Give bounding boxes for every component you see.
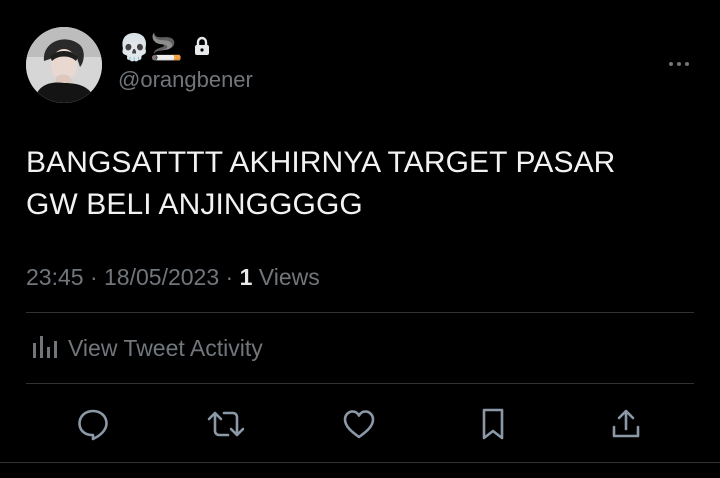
lock-icon bbox=[193, 36, 211, 61]
reply-button[interactable] bbox=[71, 402, 115, 446]
more-dot-icon bbox=[677, 62, 681, 66]
user-handle[interactable]: @orangbener bbox=[118, 67, 253, 93]
more-dot-icon bbox=[669, 62, 673, 66]
retweet-button[interactable] bbox=[204, 402, 248, 446]
avatar-photo bbox=[26, 27, 102, 103]
views-count[interactable]: 1 bbox=[240, 264, 253, 290]
divider bbox=[0, 462, 720, 463]
tweet-time[interactable]: 23:45 bbox=[26, 264, 84, 290]
tweet-action-bar bbox=[26, 402, 694, 446]
bookmark-icon bbox=[482, 408, 504, 440]
avatar[interactable] bbox=[26, 27, 102, 103]
share-upload-icon bbox=[612, 409, 640, 438]
tweet-detail: 💀🚬 @orangbener BANGSATTTT AKHIRNYA TARGE… bbox=[0, 0, 720, 478]
like-button[interactable] bbox=[337, 402, 381, 446]
tweet-text: BANGSATTTT AKHIRNYA TARGET PASAR GW BELI… bbox=[26, 142, 696, 226]
retweet-arrows-icon bbox=[207, 411, 245, 437]
bar-chart-icon bbox=[30, 332, 58, 365]
tweet-date[interactable]: 18/05/2023 bbox=[104, 264, 219, 290]
tweet-meta: 23:45 · 18/05/2023 · 1 Views bbox=[26, 263, 320, 291]
heart-icon bbox=[343, 410, 375, 439]
divider bbox=[26, 312, 694, 313]
display-name-row[interactable]: 💀🚬 bbox=[118, 34, 211, 62]
more-dot-icon bbox=[685, 62, 689, 66]
more-options-button[interactable] bbox=[660, 50, 698, 78]
view-tweet-activity-label: View Tweet Activity bbox=[68, 335, 263, 361]
share-button[interactable] bbox=[604, 402, 648, 446]
bookmark-button[interactable] bbox=[471, 402, 515, 446]
tweet-text-line: GW BELI ANJINGGGGG bbox=[26, 188, 363, 221]
meta-separator: · bbox=[89, 264, 105, 290]
view-tweet-activity-button[interactable]: View Tweet Activity bbox=[30, 333, 263, 363]
display-name[interactable]: 💀🚬 bbox=[118, 34, 183, 62]
divider bbox=[26, 383, 694, 384]
meta-separator: · bbox=[225, 264, 240, 290]
views-label[interactable]: Views bbox=[259, 264, 320, 290]
speech-bubble-icon bbox=[78, 409, 108, 441]
tweet-text-line: BANGSATTTT AKHIRNYA TARGET PASAR bbox=[26, 146, 616, 179]
